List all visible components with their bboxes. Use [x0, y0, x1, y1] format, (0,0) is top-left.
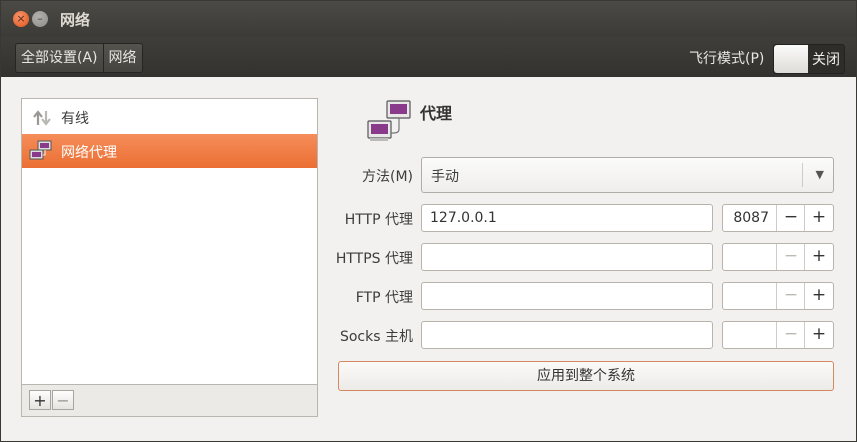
list-item-network-proxy[interactable]: 网络代理: [22, 134, 317, 168]
dropdown-arrow-icon: ▼: [815, 168, 824, 181]
http-proxy-port-stepper[interactable]: 8087 − +: [722, 204, 834, 232]
socks-port-increment-button[interactable]: +: [804, 322, 833, 348]
http-port-increment-button[interactable]: +: [804, 205, 833, 231]
socks-host-label: Socks 主机: [339, 329, 413, 345]
list-item-wired[interactable]: 有线: [22, 100, 317, 134]
https-port-increment-button[interactable]: +: [804, 244, 833, 270]
method-select[interactable]: 手动 ▼: [421, 157, 834, 193]
network-proxy-icon: [367, 100, 411, 141]
combo-separator: [802, 163, 803, 187]
network-proxy-icon: [29, 140, 52, 160]
minimize-icon: –: [37, 12, 43, 25]
minus-icon: −: [56, 391, 70, 410]
ftp-port-increment-button[interactable]: +: [804, 283, 833, 309]
https-port-decrement-button[interactable]: −: [776, 244, 805, 270]
window-title: 网络: [60, 11, 91, 29]
ftp-proxy-host-input[interactable]: [421, 282, 713, 310]
ftp-port-decrement-button[interactable]: −: [776, 283, 805, 309]
method-label: 方法(M): [361, 169, 413, 185]
close-window-button[interactable]: ×: [13, 11, 29, 27]
switch-state-label: 关闭: [812, 52, 840, 68]
socks-port-decrement-button[interactable]: −: [776, 322, 805, 348]
title-bar: × – 网络: [1, 1, 856, 37]
https-proxy-port-stepper[interactable]: − +: [722, 243, 834, 271]
https-proxy-label: HTTPS 代理: [335, 251, 413, 267]
close-icon: ×: [16, 12, 26, 25]
all-settings-button[interactable]: 全部设置(A): [16, 44, 103, 72]
remove-connection-button[interactable]: −: [52, 390, 74, 410]
proxy-heading: 代理: [420, 104, 453, 123]
list-item-label: 有线: [61, 111, 89, 127]
apply-system-wide-button[interactable]: 应用到整个系统: [338, 361, 834, 391]
method-selected-value: 手动: [431, 169, 459, 185]
ftp-proxy-label: FTP 代理: [355, 290, 413, 306]
http-port-value[interactable]: 8087: [733, 210, 769, 226]
add-connection-button[interactable]: +: [29, 390, 51, 410]
socks-host-input[interactable]: [421, 321, 713, 349]
ftp-proxy-port-stepper[interactable]: − +: [722, 282, 834, 310]
http-proxy-label: HTTP 代理: [344, 212, 413, 228]
breadcrumb: 全部设置(A) 网络: [15, 43, 143, 73]
network-settings-window: × – 网络 全部设置(A) 网络 飞行模式(P) 关闭 有线 网络代理 + −…: [0, 0, 857, 442]
socks-port-stepper[interactable]: − +: [722, 321, 834, 349]
minimize-window-button[interactable]: –: [32, 11, 48, 27]
airplane-mode-label: 飞行模式(P): [689, 51, 765, 67]
wired-network-icon: [33, 110, 51, 126]
switch-knob[interactable]: [774, 45, 808, 73]
breadcrumb-network[interactable]: 网络: [102, 44, 142, 72]
airplane-mode-switch[interactable]: 关闭: [773, 44, 845, 74]
connection-list: 有线 网络代理: [21, 98, 318, 385]
list-item-label: 网络代理: [61, 145, 117, 161]
http-proxy-host-input[interactable]: 127.0.0.1: [421, 204, 713, 232]
plus-icon: +: [33, 391, 47, 410]
list-toolbar: + −: [21, 385, 318, 417]
https-proxy-host-input[interactable]: [421, 243, 713, 271]
http-port-decrement-button[interactable]: −: [776, 205, 805, 231]
